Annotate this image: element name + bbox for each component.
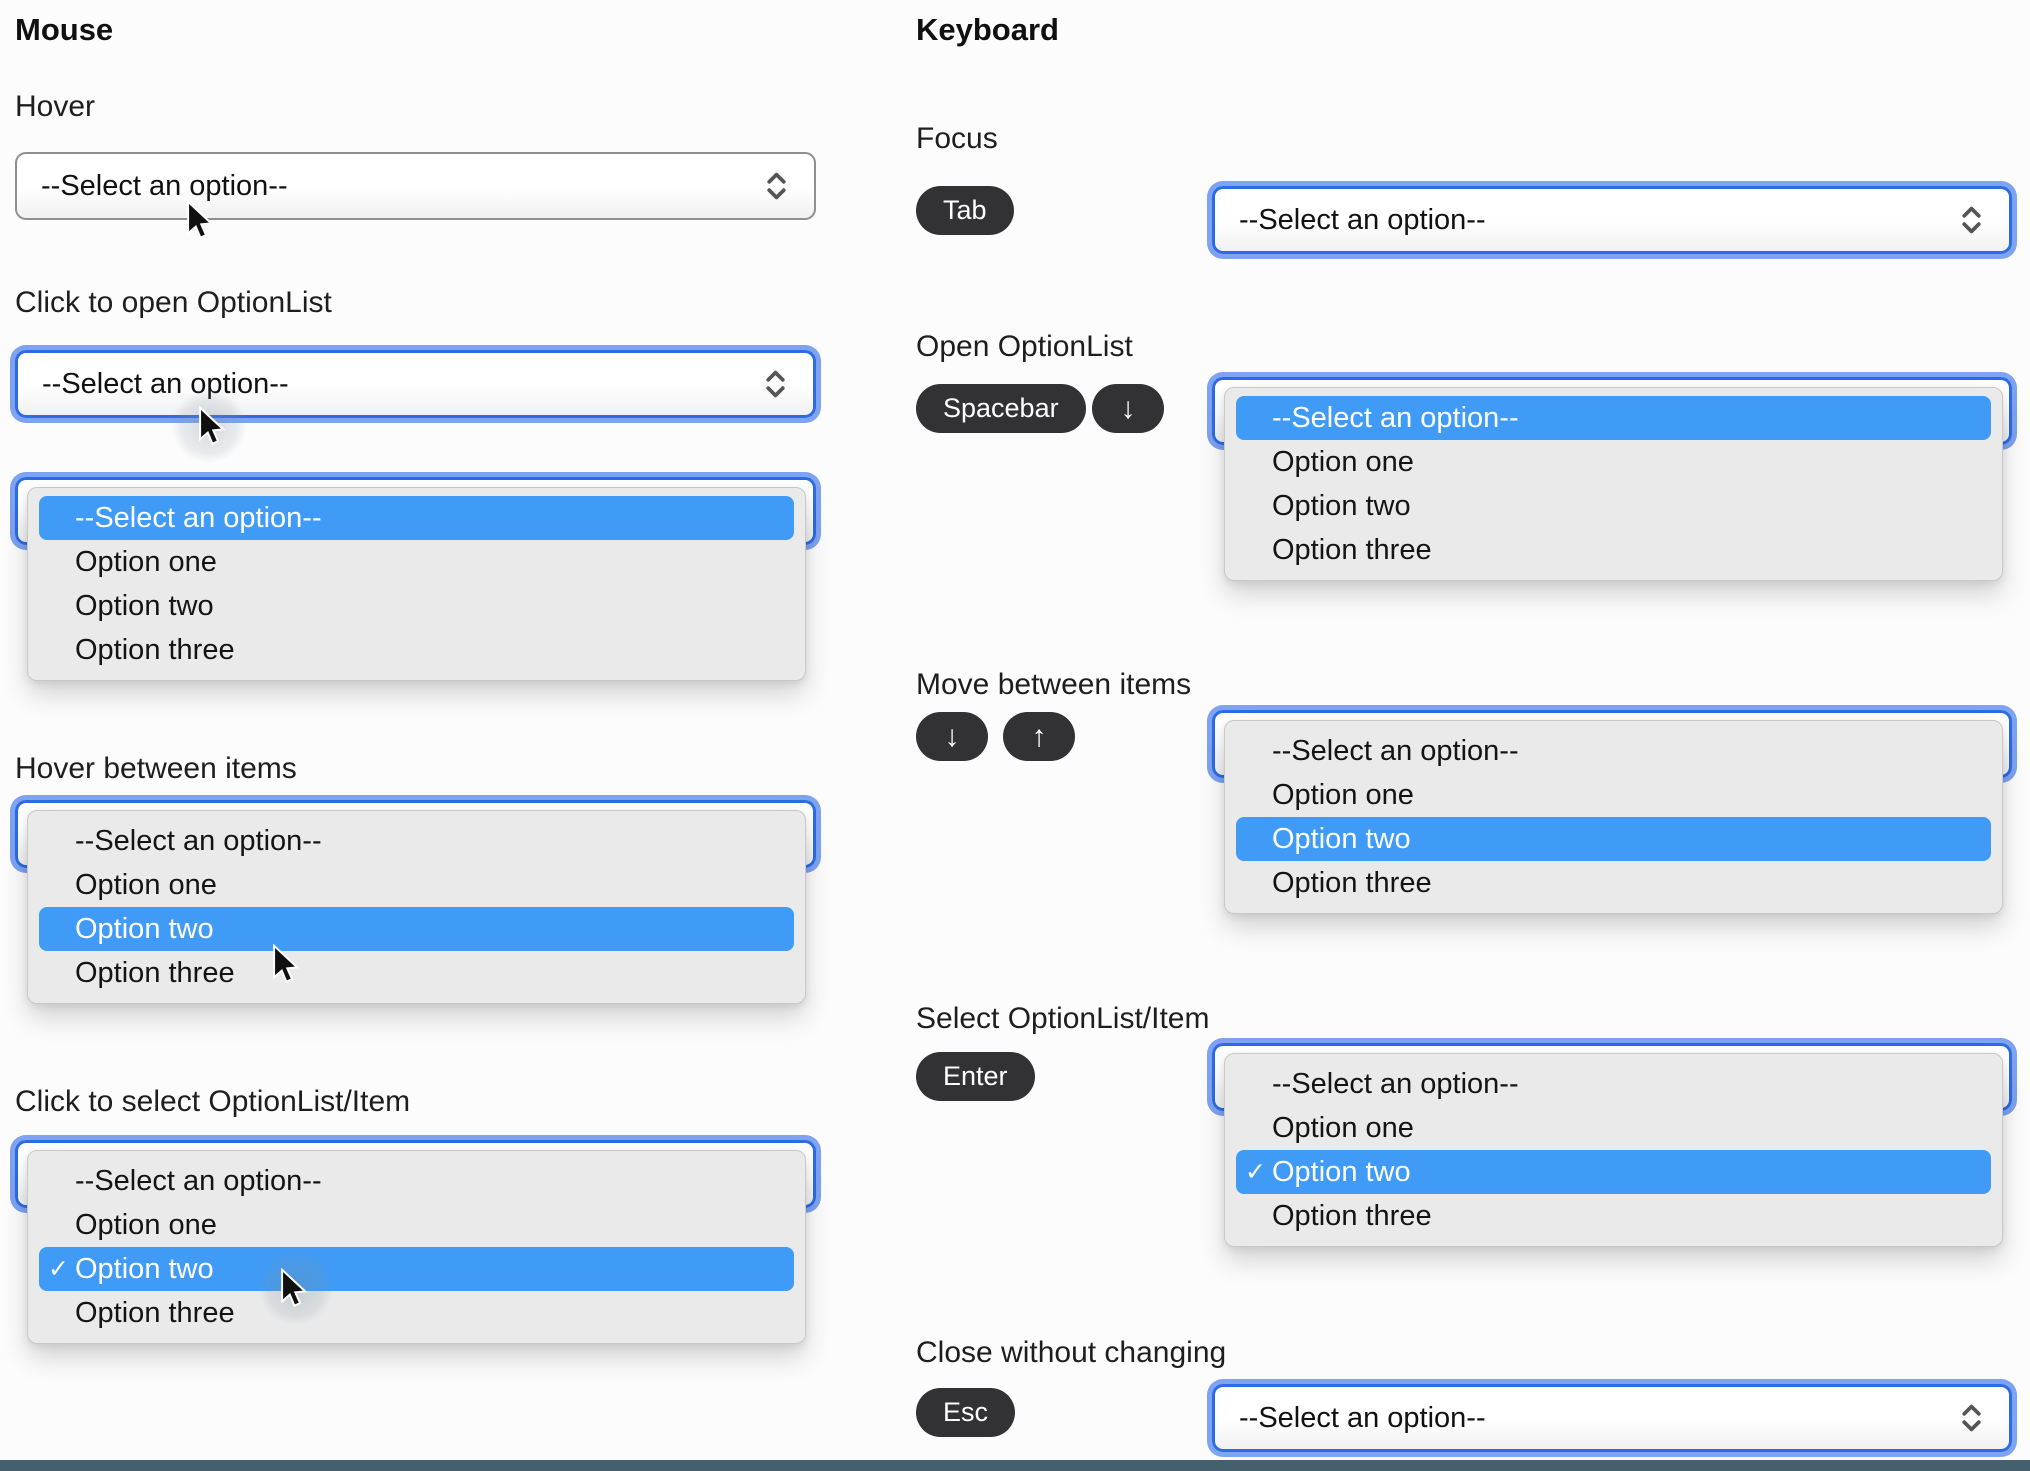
page: Mouse Hover --Select an option-- Click t… xyxy=(0,0,2030,1471)
hover-label: Hover xyxy=(15,90,96,123)
option-label: Option two xyxy=(75,912,214,945)
option-row-three[interactable]: Option three xyxy=(1236,528,1991,572)
option-row-two-selected[interactable]: ✓ Option two xyxy=(1236,1150,1991,1194)
optionlist-click-open: --Select an option-- Option one Option t… xyxy=(15,477,816,692)
option-label: --Select an option-- xyxy=(1272,734,1519,767)
option-row-two[interactable]: Option two xyxy=(39,907,794,951)
select-close-value: --Select an option-- xyxy=(1239,1401,1486,1434)
key-badge-arrow-up: ↑ xyxy=(1003,712,1075,761)
option-label: Option one xyxy=(1272,445,1414,478)
select-hover-value: --Select an option-- xyxy=(41,169,288,202)
chevron-updown-icon xyxy=(1958,1401,1985,1435)
option-row-three[interactable]: Option three xyxy=(1236,861,1991,905)
option-row-three[interactable]: Option three xyxy=(39,1291,794,1335)
key-badge-esc: Esc xyxy=(916,1388,1016,1437)
option-label: Option three xyxy=(75,633,235,666)
click-select-label: Click to select OptionList/Item xyxy=(15,1085,411,1118)
option-row-placeholder[interactable]: --Select an option-- xyxy=(1236,396,1991,440)
mouse-section-title: Mouse xyxy=(15,12,114,47)
option-row-two-selected[interactable]: ✓ Option two xyxy=(39,1247,794,1291)
option-label: --Select an option-- xyxy=(1272,1067,1519,1100)
option-row-placeholder[interactable]: --Select an option-- xyxy=(39,496,794,540)
option-label: Option two xyxy=(75,589,214,622)
option-label: Option three xyxy=(75,956,235,989)
option-label: Option three xyxy=(1272,1199,1432,1232)
option-row-one[interactable]: Option one xyxy=(39,540,794,584)
key-badge-enter: Enter xyxy=(916,1052,1035,1101)
open-optionlist-label: Open OptionList xyxy=(916,330,1133,363)
optionlist-panel: --Select an option-- Option one Option t… xyxy=(27,487,806,681)
option-label: --Select an option-- xyxy=(1272,401,1519,434)
select-item-label: Select OptionList/Item xyxy=(916,1002,1210,1035)
mouse-cursor-icon xyxy=(273,944,300,983)
key-badge-tab: Tab xyxy=(916,186,1014,235)
option-label: --Select an option-- xyxy=(75,824,322,857)
key-badge-arrow-down: ↓ xyxy=(1092,384,1164,433)
option-row-two[interactable]: Option two xyxy=(39,584,794,628)
click-open-label: Click to open OptionList xyxy=(15,286,332,319)
optionlist-panel: --Select an option-- Option one ✓ Option… xyxy=(27,1150,806,1344)
optionlist-open: --Select an option-- Option one Option t… xyxy=(1212,377,2012,592)
option-row-placeholder[interactable]: --Select an option-- xyxy=(1236,1062,1991,1106)
optionlist-select-item: --Select an option-- Option one ✓ Option… xyxy=(1212,1043,2012,1258)
option-row-two[interactable]: Option two xyxy=(1236,817,1991,861)
option-label: Option three xyxy=(1272,866,1432,899)
optionlist-panel: --Select an option-- Option one ✓ Option… xyxy=(1224,1053,2003,1247)
select-focus[interactable]: --Select an option-- xyxy=(1212,186,2012,254)
option-label: Option one xyxy=(1272,1111,1414,1144)
option-row-one[interactable]: Option one xyxy=(39,863,794,907)
optionlist-panel: --Select an option-- Option one Option t… xyxy=(27,810,806,1004)
mouse-cursor-icon xyxy=(187,200,214,239)
option-label: --Select an option-- xyxy=(75,1164,322,1197)
optionlist-move: --Select an option-- Option one Option t… xyxy=(1212,710,2012,925)
optionlist-click-select: --Select an option-- Option one ✓ Option… xyxy=(15,1140,816,1355)
close-without-changing-label: Close without changing xyxy=(916,1336,1227,1369)
option-label: Option two xyxy=(75,1252,214,1285)
select-close[interactable]: --Select an option-- xyxy=(1212,1384,2012,1452)
option-label: Option three xyxy=(75,1296,235,1329)
hover-items-label: Hover between items xyxy=(15,752,297,785)
option-row-one[interactable]: Option one xyxy=(39,1203,794,1247)
option-label: Option one xyxy=(1272,778,1414,811)
option-label: Option two xyxy=(1272,822,1411,855)
keyboard-section-title: Keyboard xyxy=(916,12,1059,47)
select-click-open[interactable]: --Select an option-- xyxy=(15,350,816,418)
option-row-one[interactable]: Option one xyxy=(1236,1106,1991,1150)
option-label: Option three xyxy=(1272,533,1432,566)
option-row-placeholder[interactable]: --Select an option-- xyxy=(1236,729,1991,773)
option-row-placeholder[interactable]: --Select an option-- xyxy=(39,1159,794,1203)
option-row-two[interactable]: Option two xyxy=(1236,484,1991,528)
optionlist-hover-items: --Select an option-- Option one Option t… xyxy=(15,800,816,1015)
option-label: Option one xyxy=(75,1208,217,1241)
focus-label: Focus xyxy=(916,122,998,155)
key-badge-arrow-down: ↓ xyxy=(916,712,988,761)
option-label: --Select an option-- xyxy=(75,501,322,534)
option-label: Option one xyxy=(75,545,217,578)
option-label: Option two xyxy=(1272,489,1411,522)
chevron-updown-icon xyxy=(762,367,789,401)
bottom-section-border xyxy=(0,1460,2030,1471)
mouse-cursor-icon xyxy=(199,406,226,445)
select-hover[interactable]: --Select an option-- xyxy=(15,152,816,220)
move-between-items-label: Move between items xyxy=(916,668,1192,701)
select-click-open-value: --Select an option-- xyxy=(42,367,289,400)
optionlist-panel: --Select an option-- Option one Option t… xyxy=(1224,387,2003,581)
option-label: Option two xyxy=(1272,1155,1411,1188)
option-row-placeholder[interactable]: --Select an option-- xyxy=(39,819,794,863)
option-row-three[interactable]: Option three xyxy=(39,628,794,672)
checkmark-icon: ✓ xyxy=(1245,1158,1266,1186)
chevron-updown-icon xyxy=(1958,203,1985,237)
key-badge-spacebar: Spacebar xyxy=(916,384,1086,433)
option-row-one[interactable]: Option one xyxy=(1236,440,1991,484)
optionlist-panel: --Select an option-- Option one Option t… xyxy=(1224,720,2003,914)
chevron-updown-icon xyxy=(763,169,790,203)
mouse-cursor-icon xyxy=(281,1268,308,1307)
select-focus-value: --Select an option-- xyxy=(1239,203,1486,236)
option-row-three[interactable]: Option three xyxy=(39,951,794,995)
option-row-one[interactable]: Option one xyxy=(1236,773,1991,817)
option-row-three[interactable]: Option three xyxy=(1236,1194,1991,1238)
checkmark-icon: ✓ xyxy=(48,1255,69,1283)
option-label: Option one xyxy=(75,868,217,901)
